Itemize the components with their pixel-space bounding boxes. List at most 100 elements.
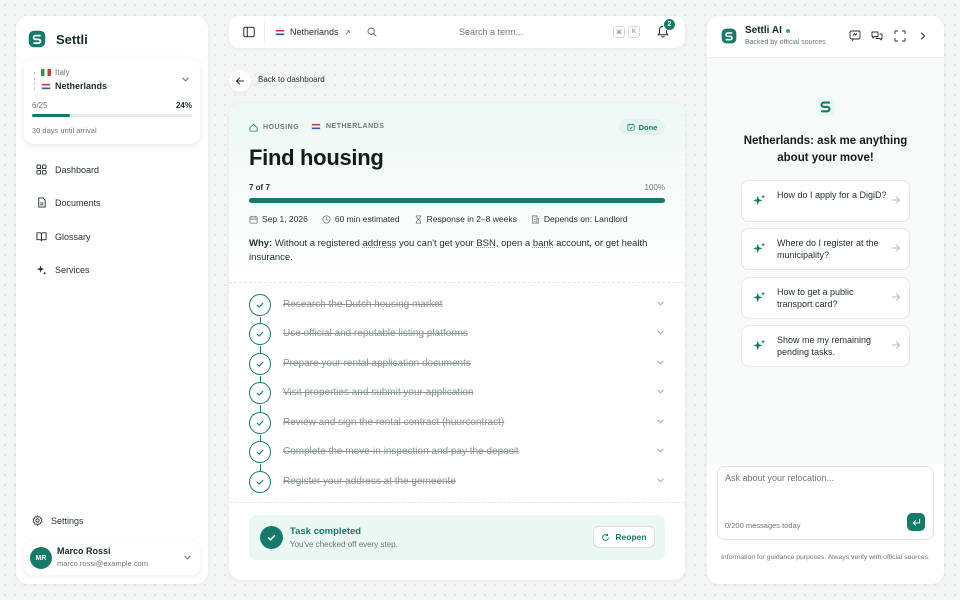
step-item[interactable]: Research the Dutch housing market bbox=[249, 291, 665, 320]
sidebar: Settli Italy Netherlands 6/25 24% 30 day… bbox=[16, 16, 208, 584]
message-counter: 0/200 messages today bbox=[725, 521, 801, 530]
step-label: Complete the move-in inspection and pay … bbox=[283, 446, 519, 457]
building-icon bbox=[531, 214, 539, 224]
task-meta: Sep 1, 2026 60 min estimated Response in… bbox=[249, 214, 628, 224]
check-icon bbox=[256, 331, 264, 337]
step-checkbox[interactable] bbox=[249, 353, 271, 375]
chevron-down-icon[interactable] bbox=[183, 553, 192, 562]
online-indicator bbox=[785, 28, 790, 33]
status-badge: Done bbox=[619, 119, 665, 135]
chevron-down-icon[interactable] bbox=[656, 328, 665, 337]
suggestion-text: How to get a public transport card? bbox=[777, 287, 854, 309]
search-input[interactable] bbox=[381, 24, 523, 40]
feedback-icon[interactable] bbox=[849, 30, 861, 42]
nav-item-documents[interactable]: Documents bbox=[36, 197, 101, 208]
sidebar-toggle-icon[interactable] bbox=[243, 26, 255, 38]
calendar-icon bbox=[249, 215, 258, 224]
trip-progress-count: 6/25 bbox=[32, 101, 48, 110]
sparkles-icon bbox=[753, 242, 766, 254]
step-label: Visit properties and submit your applica… bbox=[283, 387, 474, 398]
why-text-part: you can't get your bbox=[398, 238, 474, 249]
ai-title: Settli AI bbox=[745, 25, 782, 36]
chevron-down-icon[interactable] bbox=[181, 75, 190, 84]
kbd-mod: ⌘ bbox=[613, 26, 625, 38]
country-tag: NETHERLANDS bbox=[311, 123, 384, 130]
ai-disclaimer: Information for guidance purposes. Alway… bbox=[721, 554, 930, 561]
reopen-label: Reopen bbox=[615, 532, 647, 542]
chevron-down-icon[interactable] bbox=[656, 387, 665, 396]
gear-icon bbox=[32, 515, 43, 526]
page-title: Find housing bbox=[249, 145, 384, 170]
steps-progress-bar bbox=[249, 198, 665, 203]
expand-icon[interactable] bbox=[894, 30, 906, 42]
chevron-down-icon[interactable] bbox=[656, 417, 665, 426]
step-checkbox[interactable] bbox=[249, 441, 271, 463]
nav-item-label: Glossary bbox=[55, 231, 91, 242]
hourglass-icon bbox=[415, 214, 421, 224]
chat-input[interactable] bbox=[725, 473, 925, 507]
arrow-right-icon bbox=[892, 293, 900, 301]
divider bbox=[264, 22, 265, 42]
check-icon bbox=[267, 534, 276, 541]
nav-item-glossary[interactable]: Glossary bbox=[36, 231, 91, 242]
suggestion-button[interactable]: How do I apply for a DigiD? bbox=[741, 180, 910, 222]
glossary-link-bank[interactable]: bank bbox=[533, 238, 554, 249]
step-item[interactable]: Use official and reputable listing platf… bbox=[249, 320, 665, 349]
meta-date: Sep 1, 2026 bbox=[249, 214, 308, 224]
chevron-down-icon[interactable] bbox=[656, 358, 665, 367]
completed-check bbox=[260, 526, 283, 549]
notifications-button[interactable]: 2 bbox=[657, 18, 676, 43]
step-item[interactable]: Review and sign the rental contract (huu… bbox=[249, 409, 665, 438]
category-label: HOUSING bbox=[263, 124, 300, 131]
status-label: Done bbox=[638, 122, 658, 132]
suggestion-button[interactable]: Where do I register at the municipality? bbox=[741, 228, 910, 270]
step-checkbox[interactable] bbox=[249, 412, 271, 434]
chevron-down-icon[interactable] bbox=[656, 446, 665, 455]
task-completed-banner: Task completed You've checked off every … bbox=[249, 515, 665, 560]
settings-label: Settings bbox=[51, 515, 84, 526]
reopen-button[interactable]: Reopen bbox=[593, 526, 655, 548]
chevron-right-icon[interactable] bbox=[918, 31, 928, 41]
brand-name: Settli bbox=[56, 31, 88, 47]
country-selector[interactable]: Netherlands bbox=[275, 27, 351, 37]
user-card[interactable]: MR Marco Rossi marco.rossi@example.com bbox=[24, 541, 200, 575]
why-label: Why: bbox=[249, 238, 273, 249]
steps-progress-percent: 100% bbox=[644, 183, 665, 192]
step-checkbox[interactable] bbox=[249, 382, 271, 404]
step-checkbox[interactable] bbox=[249, 471, 271, 493]
trip-card[interactable]: Italy Netherlands 6/25 24% 30 days until… bbox=[24, 59, 200, 144]
task-card: HOUSING NETHERLANDS Done Find housing 7 … bbox=[229, 103, 685, 580]
step-item[interactable]: Prepare your rental application document… bbox=[249, 350, 665, 379]
suggestion-button[interactable]: How to get a public transport card? bbox=[741, 277, 910, 319]
send-button[interactable] bbox=[907, 513, 925, 531]
arrow-left-icon bbox=[236, 77, 244, 85]
meta-depends-text: Depends on: Landlord bbox=[543, 214, 628, 224]
chat-history-icon[interactable] bbox=[871, 30, 883, 42]
back-link[interactable]: Back to dashboard bbox=[258, 75, 325, 84]
step-item[interactable]: Complete the move-in inspection and pay … bbox=[249, 438, 665, 467]
settings-link[interactable]: Settings bbox=[32, 515, 84, 526]
section-divider bbox=[229, 282, 685, 283]
origin-country: Italy bbox=[55, 68, 70, 77]
back-button[interactable] bbox=[229, 70, 251, 92]
trip-progress-fill bbox=[32, 114, 71, 117]
step-item[interactable]: Visit properties and submit your applica… bbox=[249, 379, 665, 408]
nav-item-services[interactable]: Services bbox=[36, 264, 90, 275]
chevron-down-icon[interactable] bbox=[656, 476, 665, 485]
meta-duration-text: 60 min estimated bbox=[334, 214, 400, 224]
brand[interactable]: Settli bbox=[28, 30, 88, 48]
chevron-down-icon[interactable] bbox=[656, 299, 665, 308]
step-item[interactable]: Register your address at the gemeente bbox=[249, 468, 665, 497]
suggestion-text: Where do I register at the municipality? bbox=[777, 238, 879, 260]
nav-item-dashboard[interactable]: Dashboard bbox=[36, 164, 99, 175]
kbd-key: K bbox=[628, 26, 640, 38]
glossary-link-bsn[interactable]: BSN bbox=[476, 238, 496, 249]
glossary-link-address[interactable]: address bbox=[363, 238, 397, 249]
step-checkbox[interactable] bbox=[249, 294, 271, 316]
step-checkbox[interactable] bbox=[249, 323, 271, 345]
top-bar: Netherlands ⌘ K 2 bbox=[229, 16, 685, 48]
origin-row: Italy bbox=[41, 68, 70, 77]
house-icon bbox=[249, 123, 258, 132]
suggestion-button[interactable]: Show me my remaining pending tasks. bbox=[741, 325, 910, 367]
ai-heading: Netherlands: ask me anything about your … bbox=[743, 135, 908, 164]
